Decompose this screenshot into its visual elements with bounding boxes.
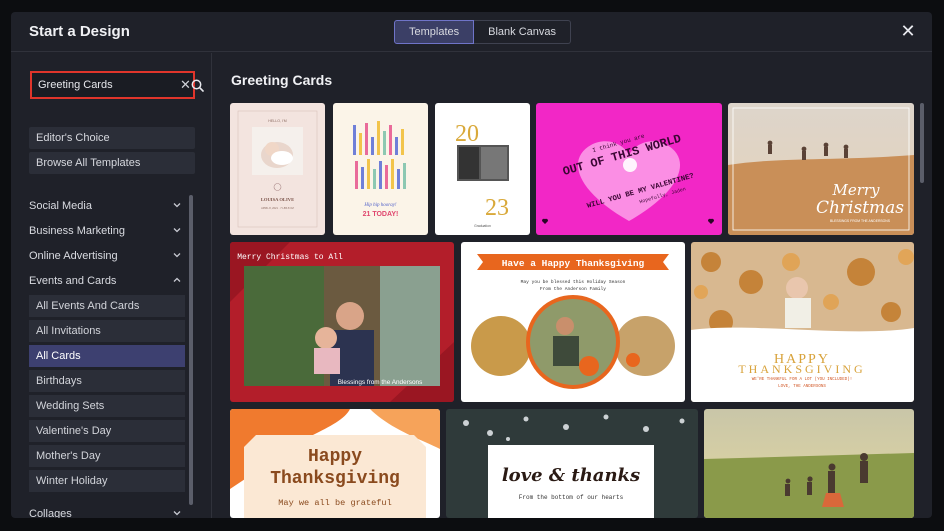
template-text: Blessings from the Andersons bbox=[338, 379, 423, 386]
chevron-down-icon bbox=[173, 253, 181, 258]
template-card-love-thanks[interactable]: love & thanks From the bottom of our hea… bbox=[446, 409, 698, 518]
template-text: From the bottom of our hearts bbox=[519, 494, 624, 501]
sidebar-item-valentines-day[interactable]: Valentine's Day bbox=[29, 420, 185, 442]
clear-search-icon[interactable]: ✕ bbox=[180, 77, 191, 93]
template-card-thanksgiving-leaves[interactable]: HAPPY WE'RE THANKFUL FOR A LOT (YOU INCL… bbox=[691, 242, 914, 402]
template-text: BLESSINGS FROM THE ANDERSONS bbox=[830, 219, 891, 223]
template-text: Graduation bbox=[474, 224, 491, 228]
template-card-graduation[interactable]: 20 23 Graduation bbox=[435, 103, 530, 235]
template-card-thanksgiving-circles[interactable]: Have a Happy Thanksgiving May you be ble… bbox=[461, 242, 685, 402]
search-box: ✕ bbox=[30, 71, 204, 99]
template-text: love & thanks bbox=[502, 465, 640, 486]
template-text: LOVE, THE ANDERSONS bbox=[778, 385, 826, 389]
search-input[interactable] bbox=[32, 73, 180, 97]
close-icon[interactable]: ✕ bbox=[900, 22, 916, 40]
gallery-scrollbar[interactable] bbox=[920, 103, 924, 183]
sidebar-item-birthdays[interactable]: Birthdays bbox=[29, 370, 185, 392]
sidebar-item-all-events-and-cards[interactable]: All Events And Cards bbox=[29, 295, 185, 317]
category-events-and-cards[interactable]: Events and Cards bbox=[29, 271, 181, 291]
template-text: Hip hip hooray! bbox=[363, 203, 397, 208]
editors-choice-link[interactable]: Editor's Choice bbox=[29, 127, 195, 149]
sidebar-item-mothers-day[interactable]: Mother's Day bbox=[29, 445, 185, 467]
start-design-dialog: Start a Design Templates Blank Canvas ✕ … bbox=[11, 12, 932, 518]
template-text: 20 bbox=[455, 121, 479, 147]
template-text: APRIL 8, 2021 · 7 LBS 8 OZ bbox=[261, 206, 294, 210]
category-label: Collages bbox=[29, 508, 72, 518]
tab-templates[interactable]: Templates bbox=[394, 20, 475, 44]
template-text: May you be blessed this Holiday Season bbox=[521, 279, 626, 285]
template-text: Merry Christmas to All bbox=[237, 253, 343, 262]
template-text: Christmas bbox=[816, 198, 904, 218]
category-label: Events and Cards bbox=[29, 275, 117, 287]
template-text: May we all be grateful bbox=[278, 498, 391, 508]
category-label: Social Media bbox=[29, 200, 92, 212]
template-text: LOUISA OLIVE bbox=[261, 197, 294, 202]
template-text: WE'RE THANKFUL FOR A LOT (YOU INCLUDED)! bbox=[752, 377, 853, 382]
chevron-down-icon bbox=[173, 511, 181, 516]
template-text: Thanksgiving bbox=[270, 469, 400, 489]
category-label: Online Advertising bbox=[29, 250, 118, 262]
sidebar-item-winter-holiday[interactable]: Winter Holiday bbox=[29, 470, 185, 492]
template-text: THANKSGIVING bbox=[738, 362, 865, 376]
template-text: 23 bbox=[485, 195, 509, 221]
sidebar-scrollbar[interactable] bbox=[189, 195, 193, 505]
design-mode-switch: Templates Blank Canvas bbox=[394, 20, 572, 44]
dialog-title: Start a Design bbox=[29, 23, 130, 40]
template-text: From the Anderson Family bbox=[540, 286, 606, 292]
category-business-marketing[interactable]: Business Marketing bbox=[29, 221, 181, 241]
template-card-christmas-desert[interactable]: Merry Christmas BLESSINGS FROM THE ANDER… bbox=[728, 103, 914, 235]
search-icon[interactable] bbox=[191, 73, 204, 97]
dialog-header: Start a Design Templates Blank Canvas ✕ bbox=[11, 12, 932, 52]
category-online-advertising[interactable]: Online Advertising bbox=[29, 246, 181, 266]
browse-all-templates-link[interactable]: Browse All Templates bbox=[29, 152, 195, 174]
template-text: HELLO, I'M bbox=[268, 119, 286, 123]
sidebar-item-all-cards[interactable]: All Cards bbox=[29, 345, 185, 367]
template-gallery: Greeting Cards HELLO, I'M LOUISA OLIVE A… bbox=[213, 53, 932, 518]
template-text: 21 TODAY! bbox=[363, 211, 399, 218]
chevron-down-icon bbox=[173, 203, 181, 208]
sidebar: ✕ Editor's Choice Browse All Templates S… bbox=[11, 53, 212, 518]
category-collages[interactable]: Collages bbox=[29, 504, 181, 518]
chevron-up-icon bbox=[173, 277, 181, 282]
category-social-media[interactable]: Social Media bbox=[29, 196, 181, 216]
template-card-baby[interactable]: HELLO, I'M LOUISA OLIVE APRIL 8, 2021 · … bbox=[230, 103, 325, 235]
template-card-valentine[interactable]: I think you are OUT OF THIS WORLD WILL Y… bbox=[536, 103, 722, 235]
gallery-title: Greeting Cards bbox=[231, 72, 333, 88]
template-text: Have a Happy Thanksgiving bbox=[502, 258, 645, 269]
sidebar-item-all-invitations[interactable]: All Invitations bbox=[29, 320, 185, 342]
template-card-family-field[interactable] bbox=[704, 409, 914, 518]
template-card-christmas-red[interactable]: Merry Christmas to All Blessings from th… bbox=[230, 242, 454, 402]
template-text: Happy bbox=[308, 447, 362, 467]
chevron-down-icon bbox=[173, 228, 181, 233]
sidebar-item-wedding-sets[interactable]: Wedding Sets bbox=[29, 395, 185, 417]
template-card-thanksgiving-orange[interactable]: Happy Thanksgiving May we all be gratefu… bbox=[230, 409, 440, 518]
template-card-birthday[interactable]: Hip hip hooray! 21 TODAY! bbox=[333, 103, 428, 235]
tab-blank-canvas[interactable]: Blank Canvas bbox=[474, 20, 572, 44]
category-label: Business Marketing bbox=[29, 225, 125, 237]
template-text: Merry bbox=[831, 181, 880, 199]
